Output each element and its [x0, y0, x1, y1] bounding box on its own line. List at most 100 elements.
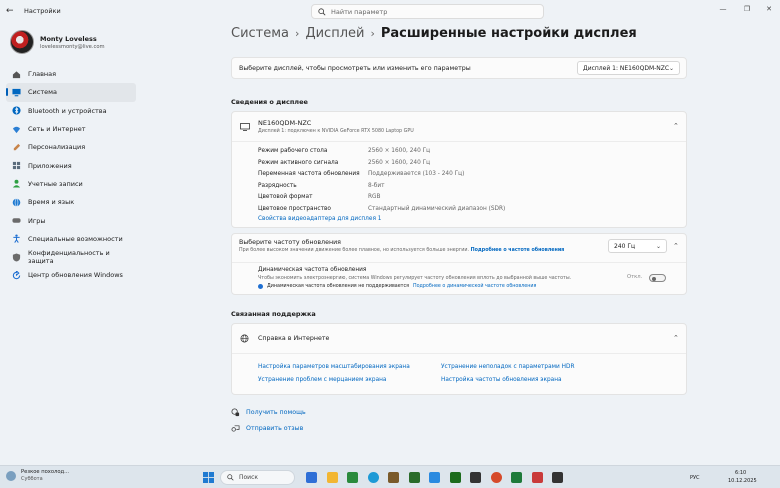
sidebar-item-2[interactable]: Система — [6, 83, 136, 102]
support-link-refresh[interactable]: Настройка частоты обновления экрана — [441, 377, 562, 383]
info-value: Стандартный динамический диапазон (SDR) — [368, 205, 506, 212]
clock-date[interactable]: 10.12.2025 — [728, 478, 757, 484]
chevron-up-icon[interactable]: ⌃ — [673, 242, 679, 250]
search-icon — [318, 7, 326, 15]
taskbar-app-icon[interactable] — [408, 472, 420, 483]
sidebar-item-4[interactable]: Сеть и Интернет — [6, 120, 136, 138]
taskbar-app-icon[interactable] — [511, 472, 522, 483]
home-icon — [12, 70, 21, 79]
taskbar-app-icon[interactable] — [490, 472, 502, 483]
display-subtitle: Дисплей 1: подключен к NVIDIA GeForce RT… — [258, 129, 414, 134]
back-arrow-icon[interactable]: ← — [6, 6, 16, 16]
gamepad-icon — [12, 216, 21, 225]
search-input[interactable]: Найти параметр — [331, 8, 387, 16]
apps-icon — [12, 161, 21, 170]
sidebar-item-label: Приложения — [28, 161, 72, 170]
taskbar-app-icon[interactable] — [347, 472, 358, 483]
sidebar-item-12[interactable]: Центр обновления Windows — [6, 266, 136, 284]
taskbar-app-icon[interactable] — [470, 472, 481, 483]
taskbar-app-icon[interactable] — [429, 472, 440, 483]
taskbar: Резкое похолод... Суббота Поиск РУС 6:10… — [0, 465, 780, 488]
display-dropdown-value: Дисплей 1: NE160QDM-NZC — [583, 64, 670, 72]
breadcrumb: Система › Дисплей › Расширенные настройк… — [231, 26, 637, 41]
display-info-header[interactable]: NE160QDM-NZC Дисплей 1: подключен к NVID… — [232, 112, 686, 142]
close-button[interactable]: ✕ — [762, 3, 776, 15]
breadcrumb-system[interactable]: Система — [231, 26, 289, 41]
chevron-up-icon[interactable]: ⌃ — [673, 122, 679, 130]
info-row: Цветовое пространство Стандартный динамич… — [258, 206, 505, 212]
taskbar-app-icon[interactable] — [388, 472, 399, 483]
refresh-rate-dropdown[interactable]: 240 Гц ⌄ — [608, 239, 667, 253]
sidebar-item-label: Игры — [28, 216, 46, 225]
info-label: Режим активного сигнала — [258, 159, 339, 166]
adapter-properties-link[interactable]: Свойства видеоадаптера для дисплея 1 — [258, 216, 381, 222]
info-row: Переменная частота обновления Поддерживае… — [258, 171, 464, 177]
help-online-header[interactable]: Справка в Интернете ⌃ — [232, 324, 686, 354]
taskbar-app-icon[interactable] — [367, 472, 379, 483]
taskbar-search[interactable]: Поиск — [220, 470, 295, 485]
taskbar-app-icon[interactable] — [326, 472, 338, 483]
windows-start-icon[interactable] — [203, 472, 214, 483]
dynamic-refresh-link[interactable]: Подробнее о динамической частоте обновле… — [413, 284, 536, 289]
weather-widget[interactable]: Резкое похолод... Суббота — [6, 469, 69, 482]
refresh-more-link[interactable]: Подробнее о частоте обновления — [471, 248, 565, 253]
feedback-link[interactable]: Отправить отзыв — [231, 424, 303, 433]
sidebar-item-label: Специальные возможности — [28, 234, 123, 243]
sidebar-item-9[interactable]: Игры — [6, 211, 136, 229]
dynamic-not-supported: Динамическая частота обновления не подде… — [267, 284, 410, 289]
info-row: Режим рабочего стола 2560 × 1600, 240 Гц — [258, 148, 430, 154]
info-icon — [258, 284, 263, 289]
sidebar-item-5[interactable]: Персонализация — [6, 138, 136, 156]
sidebar-item-7[interactable]: Учетные записи — [6, 175, 136, 193]
weather-title: Резкое похолод... — [21, 469, 70, 475]
shield-icon — [12, 253, 21, 262]
sidebar-item-1[interactable]: Главная — [6, 65, 136, 83]
refresh-rate-card: Выберите частоту обновления При более вы… — [231, 233, 687, 295]
globe-icon — [12, 198, 21, 207]
sidebar-item-3[interactable]: Bluetooth и устройства — [6, 102, 136, 120]
user-profile[interactable]: Monty Loveless lovelessmonty@live.com — [10, 30, 105, 54]
support-heading: Связанная поддержка — [231, 310, 316, 318]
chevron-up-icon[interactable]: ⌃ — [673, 334, 679, 342]
language-indicator[interactable]: РУС — [690, 475, 700, 481]
globe-icon — [240, 334, 249, 343]
clock-time[interactable]: 6:10 — [735, 470, 746, 476]
display-name: NE160QDM-NZC — [258, 119, 312, 127]
refresh-rate-title: Выберите частоту обновления — [239, 239, 341, 246]
sidebar-item-11[interactable]: Конфиденциальность и защита — [6, 248, 136, 266]
display-dropdown[interactable]: Дисплей 1: NE160QDM-NZC ⌄ — [577, 61, 680, 75]
chevron-down-icon: ⌄ — [655, 243, 661, 250]
maximize-button[interactable]: ❐ — [740, 3, 754, 15]
minimize-button[interactable]: — — [716, 3, 730, 15]
brush-icon — [12, 143, 21, 152]
support-link-flicker[interactable]: Устранение проблем с мерцанием экрана — [258, 377, 386, 383]
sidebar-item-label: Bluetooth и устройства — [28, 106, 107, 115]
info-value: 2560 × 1600, 240 Гц — [368, 148, 431, 154]
info-label: Цветовой формат — [258, 194, 313, 200]
support-link-scaling[interactable]: Настройка параметров масштабирования экр… — [258, 364, 410, 370]
accessibility-icon — [12, 234, 21, 244]
toggle-label: Откл. — [627, 274, 643, 280]
taskbar-app-icon[interactable] — [449, 472, 461, 483]
info-row: Цветовой формат RGB — [258, 194, 381, 200]
feedback-label: Отправить отзыв — [246, 425, 304, 432]
taskbar-app-icon[interactable] — [531, 472, 543, 483]
get-help-link[interactable]: Получить помощь — [231, 408, 306, 417]
title-bar: ← Настройки Найти параметр — ❐ ✕ — [0, 0, 780, 22]
display-info-heading: Сведения о дисплее — [231, 98, 308, 106]
sidebar-item-6[interactable]: Приложения — [6, 156, 136, 174]
bluetooth-icon — [12, 106, 21, 115]
taskbar-app-icon[interactable] — [552, 472, 563, 483]
sidebar-item-8[interactable]: Время и язык — [6, 193, 136, 211]
sidebar-item-10[interactable]: Специальные возможности — [6, 230, 136, 248]
settings-search-box[interactable]: Найти параметр — [311, 4, 544, 19]
breadcrumb-display[interactable]: Дисплей — [305, 26, 364, 41]
dynamic-refresh-toggle[interactable] — [649, 274, 666, 282]
help-icon — [231, 408, 240, 417]
sidebar-nav: Главная Система Bluetooth и устройства Сеть… — [6, 65, 136, 285]
refresh-rate-desc-wrap: При более высоком значении движение боле… — [239, 248, 564, 253]
divider — [232, 262, 686, 263]
taskbar-app-icon[interactable] — [306, 472, 317, 483]
support-link-hdr[interactable]: Устранение неполадок с параметрами HDR — [441, 364, 575, 370]
account-icon — [12, 179, 21, 188]
